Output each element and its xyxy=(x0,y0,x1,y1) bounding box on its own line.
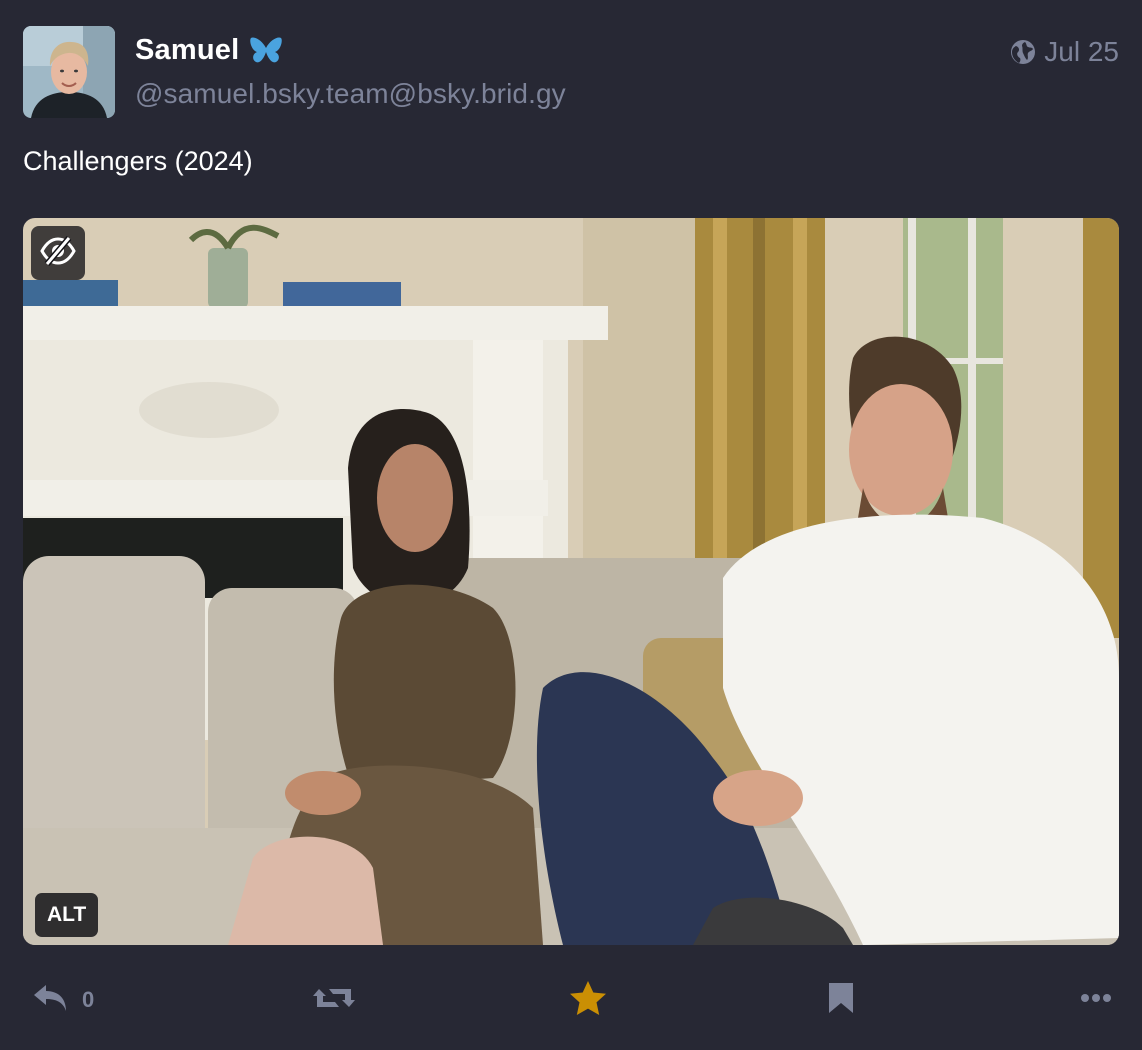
reply-icon xyxy=(32,981,70,1020)
media-photo xyxy=(23,218,1119,945)
display-name: Samuel xyxy=(135,33,240,66)
retweet-icon xyxy=(313,983,355,1018)
reply-count: 0 xyxy=(82,987,95,1012)
favourite-button[interactable] xyxy=(569,970,607,1030)
bookmark-icon xyxy=(827,981,855,1020)
eye-slash-icon xyxy=(39,235,77,271)
avatar[interactable] xyxy=(23,26,115,118)
bookmark-button[interactable] xyxy=(827,970,855,1030)
account-handle[interactable]: @samuel.bsky.team@bsky.brid.gy xyxy=(135,78,566,110)
boost-button[interactable] xyxy=(313,970,355,1030)
status-post: Samuel @samuel.bsky.team@bsky.brid.gy Ju… xyxy=(0,0,1142,1050)
media-attachment[interactable]: ALT xyxy=(23,218,1119,945)
globe-icon xyxy=(1010,39,1036,65)
post-date: Jul 25 xyxy=(1044,36,1119,67)
more-options-button[interactable] xyxy=(1080,970,1112,1030)
display-name-row[interactable]: Samuel xyxy=(135,32,283,68)
post-meta[interactable]: Jul 25 xyxy=(1010,36,1119,68)
star-icon xyxy=(569,980,607,1021)
alt-text-badge[interactable]: ALT xyxy=(35,893,99,937)
post-header: Samuel @samuel.bsky.team@bsky.brid.gy Ju… xyxy=(23,26,1119,118)
action-bar: 0 xyxy=(0,970,1142,1030)
reply-button[interactable]: 0 xyxy=(32,970,94,1030)
ellipsis-icon xyxy=(1080,991,1112,1009)
butterfly-icon xyxy=(249,36,283,64)
post-text: Challengers (2024) xyxy=(23,146,253,176)
hide-media-button[interactable] xyxy=(31,226,85,280)
